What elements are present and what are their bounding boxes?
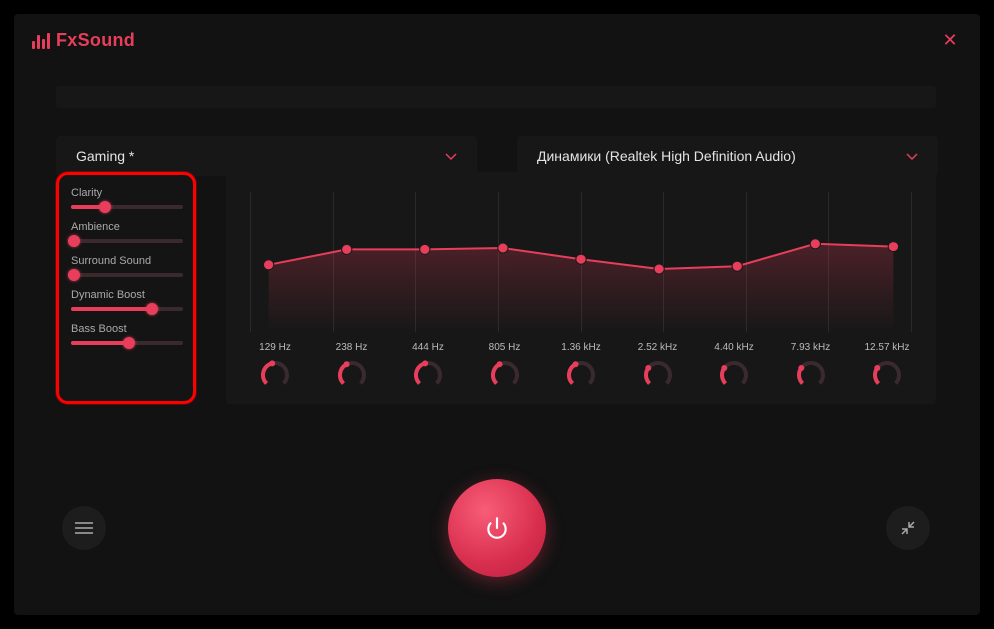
chevron-down-icon bbox=[906, 148, 918, 164]
collapse-button[interactable] bbox=[886, 506, 930, 550]
eq-freq-label: 7.93 kHz bbox=[791, 342, 830, 353]
eq-knob[interactable] bbox=[795, 359, 827, 391]
chevron-down-icon bbox=[445, 148, 457, 164]
eq-knob[interactable] bbox=[336, 359, 368, 391]
eq-freq-label: 805 Hz bbox=[489, 342, 521, 353]
eq-band-3: 805 Hz bbox=[480, 342, 530, 391]
eq-knob[interactable] bbox=[642, 359, 674, 391]
eq-freq-label: 12.57 kHz bbox=[864, 342, 909, 353]
eq-node[interactable] bbox=[576, 254, 586, 264]
slider-ambience[interactable]: Ambience bbox=[71, 221, 183, 243]
titlebar: FxSound ✕ bbox=[14, 14, 980, 67]
eq-node[interactable] bbox=[888, 242, 898, 252]
eq-freq-label: 238 Hz bbox=[336, 342, 368, 353]
eq-freq-label: 2.52 kHz bbox=[638, 342, 677, 353]
power-button[interactable] bbox=[448, 479, 546, 577]
eq-band-7: 7.93 kHz bbox=[786, 342, 836, 391]
eq-knob[interactable] bbox=[259, 359, 291, 391]
slider-track[interactable] bbox=[71, 341, 183, 345]
eq-knob[interactable] bbox=[871, 359, 903, 391]
bottom-bar bbox=[14, 479, 980, 577]
eq-knob[interactable] bbox=[412, 359, 444, 391]
slider-thumb[interactable] bbox=[68, 235, 80, 247]
eq-node[interactable] bbox=[263, 260, 273, 270]
logo-icon bbox=[32, 33, 50, 49]
slider-thumb[interactable] bbox=[123, 337, 135, 349]
eq-band-6: 4.40 kHz bbox=[709, 342, 759, 391]
eq-freq-label: 129 Hz bbox=[259, 342, 291, 353]
slider-track[interactable] bbox=[71, 273, 183, 277]
eq-band-5: 2.52 kHz bbox=[633, 342, 683, 391]
collapse-icon bbox=[900, 520, 916, 536]
slider-track[interactable] bbox=[71, 205, 183, 209]
slider-label: Bass Boost bbox=[71, 323, 183, 335]
slider-label: Surround Sound bbox=[71, 255, 183, 267]
power-icon bbox=[484, 515, 510, 541]
eq-band-8: 12.57 kHz bbox=[862, 342, 912, 391]
hamburger-icon bbox=[75, 527, 93, 529]
eq-band-0: 129 Hz bbox=[250, 342, 300, 391]
output-select[interactable]: Динамики (Realtek High Definition Audio) bbox=[517, 136, 938, 176]
slider-label: Clarity bbox=[71, 187, 183, 199]
equalizer-panel: 129 Hz 238 Hz 444 Hz 805 Hz 1.36 kHz bbox=[226, 172, 936, 404]
eq-node[interactable] bbox=[420, 244, 430, 254]
slider-thumb[interactable] bbox=[68, 269, 80, 281]
eq-node[interactable] bbox=[498, 243, 508, 253]
eq-band-1: 238 Hz bbox=[327, 342, 377, 391]
preset-select[interactable]: Gaming * bbox=[56, 136, 477, 176]
eq-chart[interactable] bbox=[250, 192, 912, 332]
slider-track[interactable] bbox=[71, 239, 183, 243]
slider-label: Ambience bbox=[71, 221, 183, 233]
close-icon[interactable]: ✕ bbox=[940, 30, 960, 51]
effects-sliders-panel: Clarity Ambience Surround Sound Dynamic … bbox=[56, 172, 196, 404]
top-strip bbox=[56, 86, 936, 108]
slider-surround-sound[interactable]: Surround Sound bbox=[71, 255, 183, 277]
slider-track[interactable] bbox=[71, 307, 183, 311]
eq-freq-label: 4.40 kHz bbox=[714, 342, 753, 353]
eq-knob[interactable] bbox=[718, 359, 750, 391]
slider-bass-boost[interactable]: Bass Boost bbox=[71, 323, 183, 345]
eq-node[interactable] bbox=[342, 244, 352, 254]
slider-label: Dynamic Boost bbox=[71, 289, 183, 301]
eq-knob[interactable] bbox=[565, 359, 597, 391]
output-label: Динамики (Realtek High Definition Audio) bbox=[537, 148, 796, 164]
app-window: FxSound ✕ Gaming * Динамики (Realtek Hig… bbox=[14, 14, 980, 615]
slider-thumb[interactable] bbox=[146, 303, 158, 315]
menu-button[interactable] bbox=[62, 506, 106, 550]
eq-freq-label: 444 Hz bbox=[412, 342, 444, 353]
slider-thumb[interactable] bbox=[99, 201, 111, 213]
app-logo: FxSound bbox=[32, 30, 135, 51]
eq-node[interactable] bbox=[810, 239, 820, 249]
eq-freq-label: 1.36 kHz bbox=[561, 342, 600, 353]
slider-clarity[interactable]: Clarity bbox=[71, 187, 183, 209]
eq-knob[interactable] bbox=[489, 359, 521, 391]
eq-node[interactable] bbox=[654, 264, 664, 274]
eq-node[interactable] bbox=[732, 261, 742, 271]
slider-dynamic-boost[interactable]: Dynamic Boost bbox=[71, 289, 183, 311]
eq-band-2: 444 Hz bbox=[403, 342, 453, 391]
app-name: FxSound bbox=[56, 30, 135, 51]
eq-band-4: 1.36 kHz bbox=[556, 342, 606, 391]
preset-label: Gaming * bbox=[76, 148, 134, 164]
